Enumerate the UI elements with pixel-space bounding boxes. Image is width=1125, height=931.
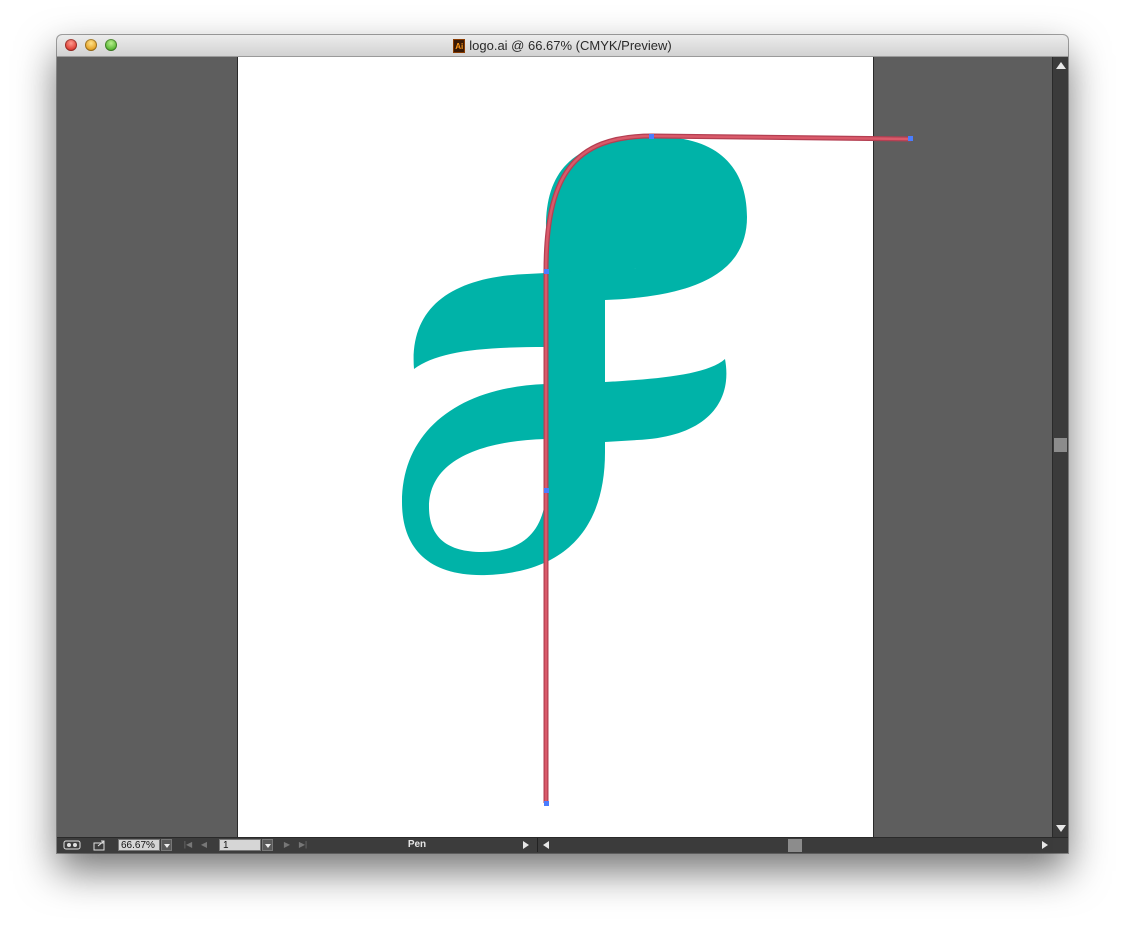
scroll-left-icon[interactable] bbox=[543, 841, 549, 849]
artwork-canvas[interactable] bbox=[57, 57, 1052, 837]
current-tool-label: Pen bbox=[407, 839, 427, 850]
glyph-upper-crossbar[interactable] bbox=[413, 273, 546, 369]
scroll-up-icon[interactable] bbox=[1056, 62, 1066, 69]
share-document-icon[interactable] bbox=[91, 839, 109, 851]
glyph-stem[interactable] bbox=[546, 270, 605, 387]
title-bar[interactable]: Ai logo.ai @ 66.67% (CMYK/Preview) bbox=[57, 35, 1068, 57]
horizontal-scrollbar[interactable] bbox=[537, 838, 1053, 852]
vertical-scrollbar[interactable] bbox=[1052, 57, 1068, 837]
glyph-lower-loop[interactable] bbox=[402, 382, 605, 576]
status-menu-icon[interactable] bbox=[523, 841, 529, 849]
title-container: Ai logo.ai @ 66.67% (CMYK/Preview) bbox=[57, 35, 1068, 56]
scroll-down-icon[interactable] bbox=[1056, 825, 1066, 832]
anchor-point[interactable] bbox=[544, 269, 549, 274]
status-bar: 66.67% |◀ ◀ 1 ▶ ▶| Pen bbox=[57, 837, 1068, 853]
anchor-point[interactable] bbox=[908, 136, 913, 141]
zoom-level-field[interactable]: 66.67% bbox=[118, 839, 160, 851]
glyph-lower-crossbar[interactable] bbox=[605, 359, 727, 442]
artboard-number-field[interactable]: 1 bbox=[219, 839, 261, 851]
last-artboard-icon[interactable]: ▶| bbox=[298, 839, 308, 851]
scroll-right-icon[interactable] bbox=[1042, 841, 1048, 849]
first-artboard-icon[interactable]: |◀ bbox=[183, 839, 193, 851]
artboard-options-icon[interactable] bbox=[63, 839, 81, 851]
window-title: logo.ai @ 66.67% (CMYK/Preview) bbox=[469, 38, 672, 53]
illustrator-document-window: Ai logo.ai @ 66.67% (CMYK/Preview) 66.67… bbox=[57, 35, 1068, 853]
next-artboard-icon[interactable]: ▶ bbox=[282, 839, 292, 851]
teal-letterform[interactable] bbox=[402, 137, 747, 576]
illustrator-file-icon: Ai bbox=[453, 38, 466, 53]
artboard-dropdown-icon[interactable] bbox=[262, 839, 273, 851]
horizontal-scroll-thumb[interactable] bbox=[788, 839, 802, 852]
zoom-dropdown-icon[interactable] bbox=[161, 839, 172, 851]
anchor-point[interactable] bbox=[544, 488, 549, 493]
anchor-point[interactable] bbox=[649, 134, 654, 139]
previous-artboard-icon[interactable]: ◀ bbox=[199, 839, 209, 851]
vertical-scroll-thumb[interactable] bbox=[1054, 438, 1067, 452]
anchor-point[interactable] bbox=[544, 801, 549, 806]
